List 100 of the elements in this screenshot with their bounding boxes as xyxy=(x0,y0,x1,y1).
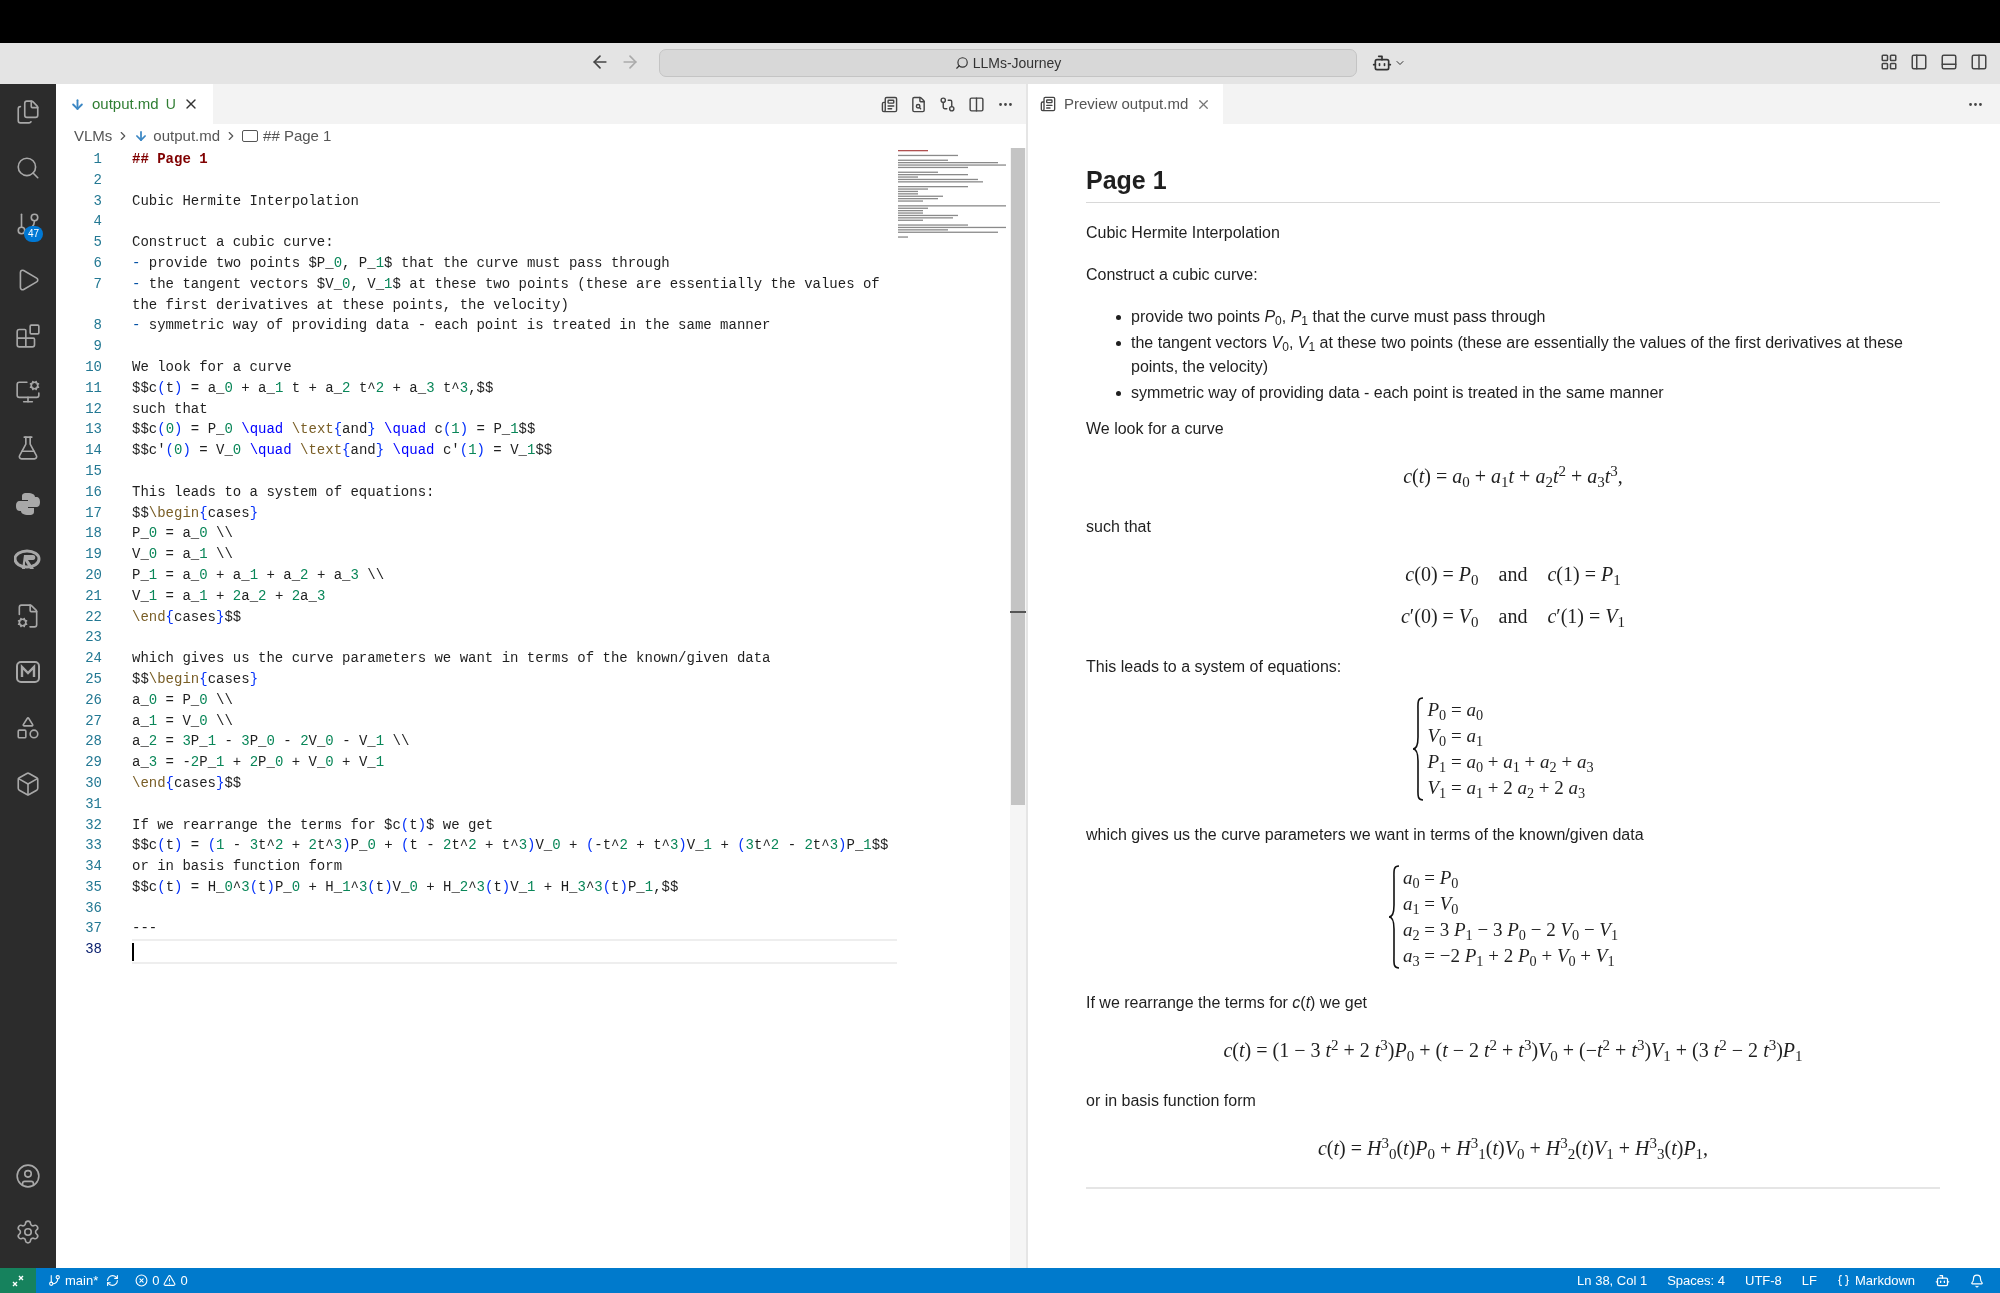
preview-tab[interactable]: Preview output.md xyxy=(1028,84,1224,124)
list-item: the tangent vectors V$_{0}$, V$_{1}$ at these two points (these are essentially the values of the first derivatives at these points, the velocity) xyxy=(1131,333,1904,377)
code-line: ## Page 1 xyxy=(132,150,209,169)
brace-icon xyxy=(1387,865,1400,969)
command-center[interactable]: LLMs-Journey xyxy=(659,49,1357,77)
code-line: such that xyxy=(132,399,209,419)
code-line: $$c'(0) = V_0 \quad \text{and} \quad c'(1) = V_1$$ xyxy=(132,441,554,461)
code-line: a_1 = V_0 \\ xyxy=(132,711,234,731)
line-number: 28 xyxy=(84,732,102,752)
copilot-menu[interactable] xyxy=(1372,53,1406,73)
line-number: 4 xyxy=(92,212,102,232)
string-icon xyxy=(242,130,259,142)
editor-tab[interactable]: output.md U xyxy=(56,84,213,124)
branch-icon xyxy=(48,1274,61,1287)
branch-button[interactable]: main* xyxy=(48,1270,99,1291)
compare-icon[interactable] xyxy=(939,95,956,113)
layout-icon[interactable] xyxy=(1880,53,1898,71)
math-equation: a$_{1}$ = V$_{0}$ xyxy=(1402,892,1460,917)
code-line: - provide two points $P_0, P_1$ that the curve must pass through xyxy=(132,254,671,273)
status-item[interactable]: UTF-8 xyxy=(1745,1270,1782,1291)
status-item[interactable]: Markdown xyxy=(1837,1270,1915,1291)
status-item[interactable]: LF xyxy=(1801,1270,1818,1291)
line-number: 1 xyxy=(92,150,102,169)
line-number: 31 xyxy=(84,794,102,814)
math-equation: P$_{1}$ = a$_{0}$ + a$_{1}$ + a$_{2}$ + a$_{3}$ xyxy=(1427,750,1594,775)
line-number: 30 xyxy=(84,773,102,793)
warning-count: 0 xyxy=(180,1271,188,1290)
breadcrumb-item[interactable]: VLMs xyxy=(74,124,113,148)
split-editor-icon[interactable] xyxy=(968,95,985,113)
scrollbar-thumb[interactable] xyxy=(1011,148,1025,805)
preview-side-icon[interactable] xyxy=(910,95,927,113)
line-number: 10 xyxy=(84,357,102,377)
warning-icon xyxy=(163,1274,177,1287)
code-line: $$\begin{cases} xyxy=(132,503,260,523)
breadcrumb-item[interactable]: output.md xyxy=(153,124,221,148)
preview-paragraph: or in basis function form xyxy=(1086,1092,1256,1109)
problems-button[interactable]: 0 0 xyxy=(135,1270,188,1291)
code-line: --- xyxy=(132,919,159,939)
sync-icon[interactable] xyxy=(106,1274,120,1287)
error-count: 0 xyxy=(152,1271,160,1290)
markdown-icon xyxy=(134,129,149,143)
robot-icon[interactable] xyxy=(1935,1273,1950,1288)
line-number: 6 xyxy=(92,254,102,273)
line-number: 15 xyxy=(84,461,102,481)
code-line: or in basis function form xyxy=(132,857,344,877)
code-line: V_0 = a_1 \\ xyxy=(132,545,234,565)
preview-paragraph: Construct a cubic curve: xyxy=(1086,266,1258,283)
math-equation: c(t) = a$_{0}$ + a$_{1}$t + a$_{2}$t$^{2}$ + a$_{3}$t$^{3}$, xyxy=(1403,463,1623,489)
line-number: 5 xyxy=(92,233,102,253)
preview-paragraph: which gives us the curve parameters we want in terms of the known/given data xyxy=(1086,826,1644,843)
preview-heading: Page 1 xyxy=(1086,165,1168,196)
error-icon xyxy=(135,1274,149,1287)
preview-paragraph: If we rearrange the terms for c(t) we get xyxy=(1086,994,1367,1011)
markdown-icon xyxy=(70,96,85,112)
code-line: Construct a cubic curve: xyxy=(132,233,335,253)
breadcrumb-item[interactable]: ## Page 1 xyxy=(263,124,332,148)
code-line: \end{cases}$$ xyxy=(132,773,243,793)
code-line: P_1 = a_0 + a_1 + a_2 + a_3 \\ xyxy=(132,565,386,585)
bullet-icon xyxy=(1116,341,1121,346)
code-line: This leads to a system of equations: xyxy=(132,482,436,502)
panel-left-icon[interactable] xyxy=(1910,53,1928,71)
line-number: 16 xyxy=(84,482,102,502)
preview-icon[interactable] xyxy=(881,95,898,113)
panel-right-icon[interactable] xyxy=(1970,53,1988,71)
line-number: 33 xyxy=(84,836,102,856)
line-number: 9 xyxy=(92,337,102,357)
math-equation: c(t) = (1 − 3 t$^{2}$ + 2 t$^{3}$)P$_{0}$ + (t − 2 t$^{2}$ + t$^{3}$)V$_{0}$ + (−t$^{2}$ + t$^{3}$)V$_{1}$ + (3 t$^{2}$ − 2 t$^{3}$)P$_{1}$ xyxy=(1223,1037,1803,1063)
tab-label: Preview output.md xyxy=(1064,93,1189,114)
line-number: 18 xyxy=(84,524,102,544)
count-badge: 47 xyxy=(24,226,44,242)
preview-paragraph: Cubic Hermite Interpolation xyxy=(1086,224,1280,241)
bullet-icon xyxy=(1116,391,1121,396)
code-line: $$c(t) = H_0^3(t)P_0 + H_1^3(t)V_0 + H_2^3(t)V_1 + H_3^3(t)P_1,$$ xyxy=(132,877,680,897)
code-line: which gives us the curve parameters we want in terms of the known/given data xyxy=(132,649,772,669)
math-equation: V$_{0}$ = a$_{1}$ xyxy=(1427,724,1484,749)
braces-icon xyxy=(1837,1274,1851,1287)
remote-icon xyxy=(12,1274,24,1287)
line-number: 7 xyxy=(92,274,102,294)
math-equation: c′(0) = V$_{0}$ and c′(1) = V$_{1}$ xyxy=(1400,604,1626,629)
cursor-marker xyxy=(1010,611,1026,613)
code-line: $$c(0) = P_0 \quad \text{and} \quad c(1) = P_1$$ xyxy=(132,420,537,440)
preview-paragraph: We look for a curve xyxy=(1086,420,1224,437)
status-item[interactable]: Ln 38, Col 1 xyxy=(1577,1270,1648,1291)
status-item[interactable]: Spaces: 4 xyxy=(1667,1270,1725,1291)
line-number: 19 xyxy=(84,545,102,565)
code-line: - symmetric way of providing data - each point is treated in the same manner xyxy=(132,316,772,336)
line-number: 22 xyxy=(84,607,102,627)
search-icon xyxy=(954,56,969,70)
code-line: We look for a curve xyxy=(132,357,293,377)
list-item: symmetric way of providing data - each point is treated in the same manner xyxy=(1131,383,1664,403)
code-line: - the tangent vectors $V_0, V_1$ at these two points (these are essentially the values of the first derivatives at these points, the velocity) xyxy=(132,274,881,315)
line-number: 13 xyxy=(84,420,102,440)
panel-bottom-icon[interactable] xyxy=(1940,53,1958,71)
bell-icon[interactable] xyxy=(1970,1273,1984,1288)
line-number: 23 xyxy=(84,628,102,648)
bullet-icon xyxy=(1116,315,1121,320)
math-equation: P$_{0}$ = a$_{0}$ xyxy=(1427,698,1484,723)
math-equation: a$_{0}$ = P$_{0}$ xyxy=(1402,866,1460,891)
line-number: 35 xyxy=(84,877,102,897)
line-number: 3 xyxy=(92,191,102,211)
